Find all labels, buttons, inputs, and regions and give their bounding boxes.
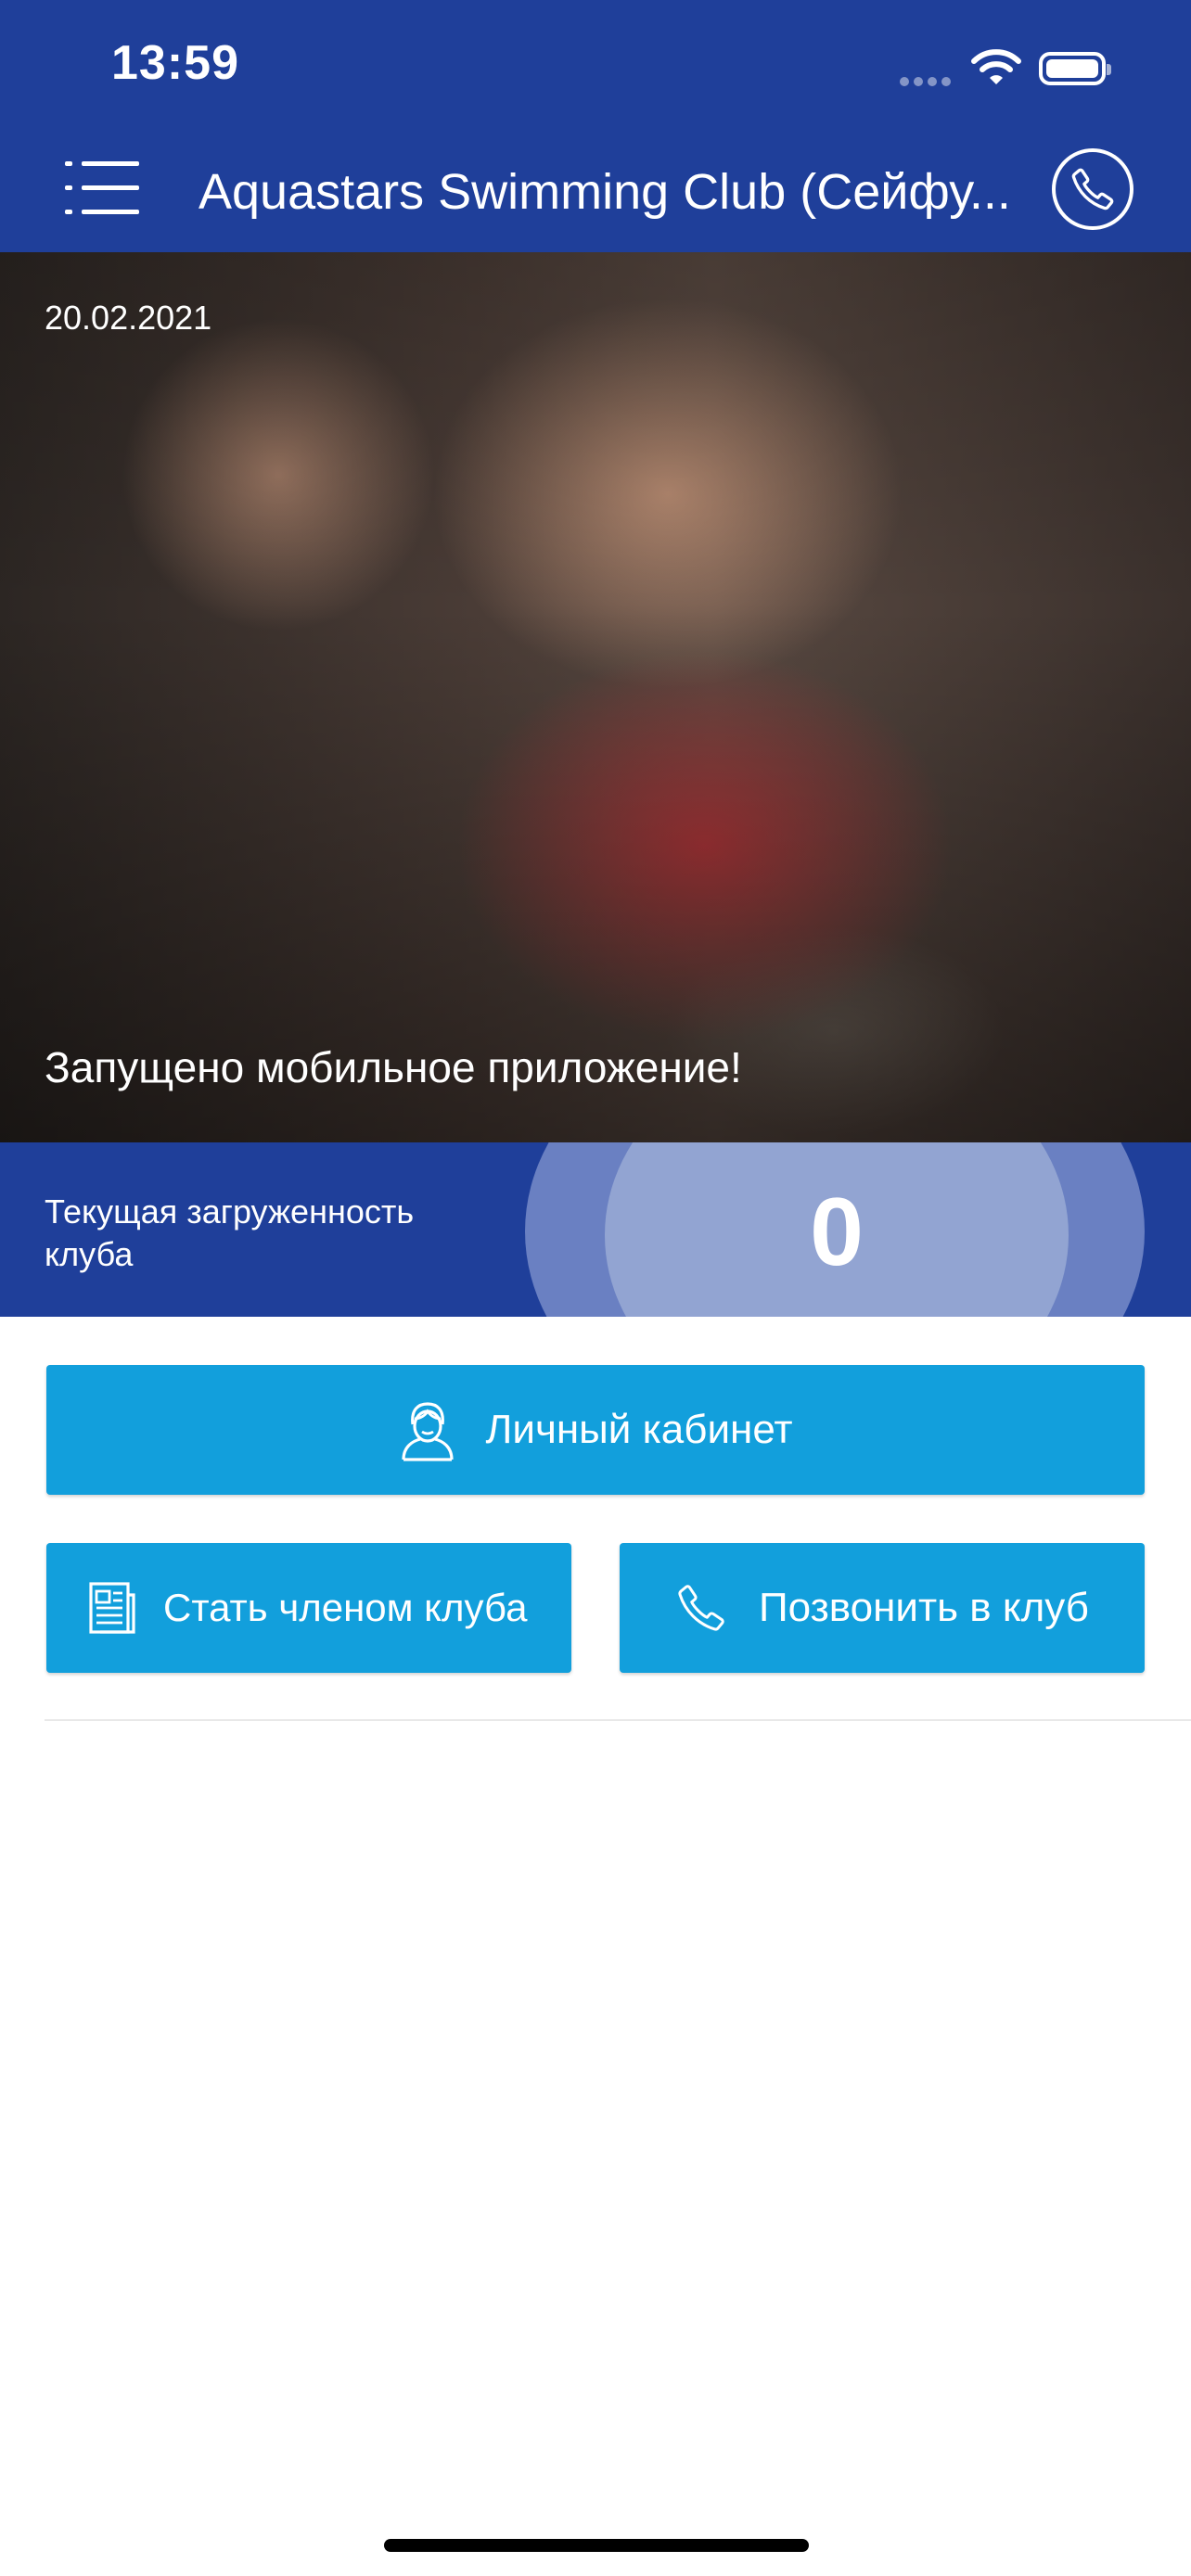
document-icon — [89, 1582, 135, 1634]
news-banner[interactable]: 20.02.2021 Запущено мобильное приложение… — [0, 252, 1191, 1142]
call-club-button[interactable]: Позвонить в клуб — [620, 1543, 1145, 1673]
personal-cabinet-button[interactable]: Личный кабинет — [46, 1365, 1145, 1495]
app-title: Aquastars Swimming Club (Сейфу... — [198, 164, 1011, 220]
news-title: Запущено мобильное приложение! — [45, 1043, 742, 1091]
top-bar: 13:59 Aquastars Swimming Club (Сейфу... — [0, 0, 1191, 252]
call-button[interactable] — [1052, 148, 1133, 230]
status-time: 13:59 — [111, 36, 239, 90]
call-club-label: Позвонить в клуб — [758, 1585, 1090, 1630]
user-icon — [402, 1402, 455, 1461]
divider — [45, 1719, 1191, 1721]
news-date: 20.02.2021 — [45, 299, 212, 337]
club-load-label: Текущая загруженность клуба — [45, 1192, 415, 1273]
menu-button[interactable] — [65, 158, 139, 219]
phone-icon — [1071, 168, 1114, 210]
wifi-icon — [970, 46, 1022, 92]
personal-cabinet-label: Личный кабинет — [485, 1407, 793, 1452]
club-load-panel: Текущая загруженность клуба 0 — [0, 1142, 1191, 1317]
become-member-button[interactable]: Стать членом клуба — [46, 1543, 571, 1673]
home-indicator[interactable] — [384, 2539, 809, 2552]
battery-icon — [1039, 52, 1111, 85]
club-load-value: 0 — [810, 1179, 864, 1286]
become-member-label: Стать членом клуба — [163, 1586, 528, 1629]
phone-icon — [678, 1585, 724, 1631]
signal-icon — [900, 74, 955, 91]
